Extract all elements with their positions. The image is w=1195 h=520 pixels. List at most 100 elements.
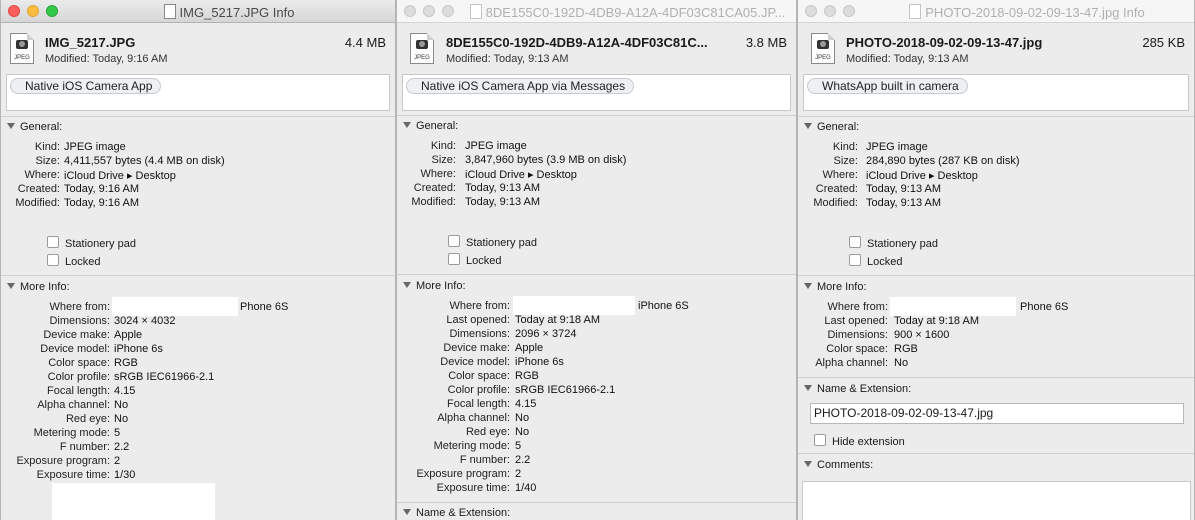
comments-textarea[interactable]: [802, 481, 1191, 520]
file-size: 285 KB: [1142, 35, 1185, 50]
divider: [1, 275, 395, 276]
minimize-button[interactable]: [824, 5, 836, 17]
more-row-dimensions: Dimensions: 900 × 1600: [798, 329, 1194, 343]
locked-checkbox[interactable]: Locked: [849, 254, 902, 268]
checkbox-icon[interactable]: [47, 254, 59, 266]
value: Today at 9:18 AM: [894, 315, 979, 327]
title-bar[interactable]: IMG_5217.JPG Info: [1, 0, 395, 23]
disclosure-triangle-icon[interactable]: [7, 123, 15, 129]
disclosure-triangle-icon[interactable]: [804, 461, 812, 467]
hide-extension-checkbox[interactable]: Hide extension: [814, 434, 905, 448]
more-row-device-make: Device make: Apple: [397, 342, 796, 356]
disclosure-triangle-icon[interactable]: [7, 283, 15, 289]
checkbox-icon[interactable]: [47, 236, 59, 248]
value: Today at 9:18 AM: [515, 314, 600, 326]
more-row-red-eye: Red eye: No: [1, 413, 395, 427]
divider: [798, 453, 1194, 454]
value: RGB: [894, 343, 918, 355]
label: Kind:: [34, 141, 60, 153]
file-icon-ext: JPEG: [414, 55, 430, 61]
value: 3024 × 4032: [114, 315, 176, 327]
title-bar[interactable]: 8DE155C0-192D-4DB9-A12A-4DF03C81CA05.JP.…: [397, 0, 796, 23]
file-name: 8DE155C0-192D-4DB9-A12A-4DF03C81C...: [446, 35, 708, 50]
label: Red eye:: [465, 426, 510, 438]
info-window-8de155c0: 8DE155C0-192D-4DB9-A12A-4DF03C81CA05.JP.…: [396, 0, 797, 520]
checkbox-icon[interactable]: [814, 434, 826, 446]
more-row-focal-length: Focal length: 4.15: [397, 398, 796, 412]
general-row-where: Where: iCloud Drive ▸ Desktop: [798, 169, 1194, 183]
document-icon: [163, 4, 176, 19]
more-info-section-header[interactable]: More Info:: [7, 281, 70, 293]
checkbox-icon[interactable]: [849, 236, 861, 248]
general-row-size: Size: 3,847,960 bytes (3.9 MB on disk): [397, 154, 796, 168]
label: Where from:: [449, 300, 510, 312]
general-row-where: Where: iCloud Drive ▸ Desktop: [397, 168, 796, 182]
file-name-input[interactable]: PHOTO-2018-09-02-09-13-47.jpg: [810, 403, 1184, 424]
close-button[interactable]: [8, 5, 20, 17]
disclosure-triangle-icon[interactable]: [804, 283, 812, 289]
checkbox-icon[interactable]: [849, 254, 861, 266]
general-section-header[interactable]: General:: [804, 121, 859, 133]
zoom-button[interactable]: [46, 5, 58, 17]
redacted-area: [52, 483, 215, 520]
spotlight-comments-field[interactable]: Native iOS Camera App via Messages: [402, 74, 791, 111]
locked-checkbox[interactable]: Locked: [47, 254, 100, 268]
checkbox-icon[interactable]: [448, 235, 460, 247]
label: Size:: [35, 155, 60, 167]
minimize-button[interactable]: [27, 5, 39, 17]
spotlight-comments-field[interactable]: WhatsApp built in camera: [803, 74, 1189, 111]
comment-tag[interactable]: Native iOS Camera App via Messages: [406, 78, 635, 94]
label: Color space:: [48, 357, 110, 369]
label: Alpha channel:: [437, 412, 510, 424]
more-row-red-eye: Red eye: No: [397, 426, 796, 440]
zoom-button[interactable]: [843, 5, 855, 17]
divider: [1, 116, 395, 117]
zoom-button[interactable]: [442, 5, 454, 17]
traffic-lights: [805, 5, 862, 20]
spotlight-comments-field[interactable]: Native iOS Camera App: [6, 74, 390, 111]
modified-date: Modified: Today, 9:16 AM: [45, 53, 168, 65]
value: Phone 6S: [1020, 301, 1069, 313]
label: Last opened:: [824, 315, 888, 327]
value: 2: [515, 468, 522, 480]
label: Where:: [822, 169, 858, 181]
close-button[interactable]: [805, 5, 817, 17]
title-bar[interactable]: PHOTO-2018-09-02-09-13-47.jpg Info: [798, 0, 1194, 23]
value: No: [515, 412, 530, 424]
label: Red eye:: [65, 413, 110, 425]
disclosure-triangle-icon[interactable]: [403, 509, 411, 515]
disclosure-triangle-icon[interactable]: [804, 385, 812, 391]
disclosure-triangle-icon[interactable]: [804, 123, 812, 129]
comments-section-header[interactable]: Comments:: [804, 459, 873, 471]
label: Exposure program:: [16, 455, 110, 467]
value: No: [515, 426, 530, 438]
general-section-header[interactable]: General:: [7, 121, 62, 133]
checkbox-icon[interactable]: [448, 253, 460, 265]
label: Dimensions:: [827, 329, 888, 341]
label: F number:: [59, 441, 110, 453]
value: RGB: [515, 370, 539, 382]
stationery-pad-checkbox[interactable]: Stationery pad: [448, 235, 537, 249]
stationery-pad-checkbox[interactable]: Stationery pad: [849, 236, 938, 250]
general-section-header[interactable]: General:: [403, 120, 458, 132]
value: 5: [114, 427, 121, 439]
disclosure-triangle-icon[interactable]: [403, 282, 411, 288]
close-button[interactable]: [404, 5, 416, 17]
locked-checkbox[interactable]: Locked: [448, 253, 501, 267]
disclosure-triangle-icon[interactable]: [403, 122, 411, 128]
comment-tag[interactable]: Native iOS Camera App: [10, 78, 162, 94]
stationery-pad-checkbox[interactable]: Stationery pad: [47, 236, 136, 250]
value: Today, 9:13 AM: [465, 196, 541, 208]
label: Where from:: [827, 301, 888, 313]
name-extension-section-header[interactable]: Name & Extension:: [403, 507, 510, 519]
more-row-exposure-program: Exposure program: 2: [397, 468, 796, 482]
more-info-section-header[interactable]: More Info:: [804, 281, 867, 293]
label: Created:: [413, 182, 456, 194]
minimize-button[interactable]: [423, 5, 435, 17]
label: Kind:: [430, 140, 456, 152]
comment-tag[interactable]: WhatsApp built in camera: [807, 78, 968, 94]
more-info-section-header[interactable]: More Info:: [403, 280, 466, 292]
traffic-lights: [8, 5, 65, 20]
name-extension-section-header[interactable]: Name & Extension:: [804, 383, 911, 395]
document-icon: [469, 4, 482, 19]
